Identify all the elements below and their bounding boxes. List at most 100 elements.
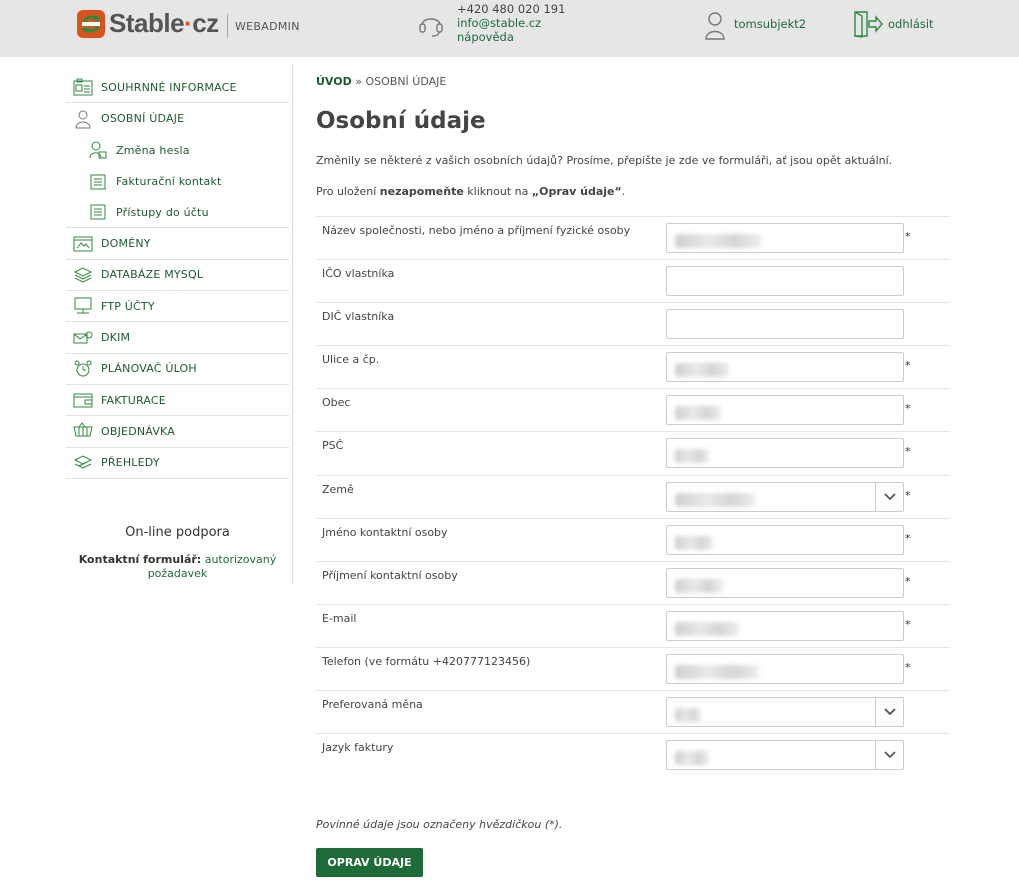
chevron-down-icon <box>875 698 903 727</box>
ftp-icon <box>72 296 94 316</box>
city-input[interactable] <box>666 395 904 426</box>
required-asterisk: * <box>905 230 911 243</box>
document-icon <box>87 202 109 222</box>
chevron-down-icon <box>875 741 903 770</box>
form-row-phone: Telefon (ve formátu +420777123456) * <box>316 646 949 690</box>
logo[interactable]: Stable·cz <box>76 8 219 39</box>
field-label: Preferovaná měna <box>322 698 423 712</box>
sidebar-item-mysql[interactable]: DATABÁZE MYSQL <box>66 260 289 292</box>
username-link[interactable]: tomsubjekt2 <box>734 17 806 31</box>
phone-input[interactable] <box>666 653 904 684</box>
cart-icon <box>72 421 94 441</box>
sidebar-item-billing[interactable]: FAKTURACE <box>66 385 289 417</box>
form-row-currency: Preferovaná měna <box>316 690 949 733</box>
field-label: Země <box>322 482 354 496</box>
summary-icon <box>72 77 94 97</box>
sidebar-item-account-access[interactable]: Přístupy do účtu <box>66 197 289 229</box>
email-link[interactable]: info@stable.cz <box>457 16 565 30</box>
sidebar-item-billing-contact[interactable]: Fakturační kontakt <box>66 166 289 197</box>
chevron-down-icon <box>875 482 903 511</box>
sidebar-item-label: DATABÁZE MYSQL <box>101 268 204 282</box>
redacted-value <box>675 664 759 679</box>
redacted-value <box>675 492 755 507</box>
field-label: Obec <box>322 396 351 410</box>
redacted-value <box>675 535 713 550</box>
ico-input[interactable] <box>666 266 904 297</box>
stats-icon <box>72 453 94 473</box>
required-asterisk: * <box>905 617 911 631</box>
form-row-dic: DIČ vlastníka <box>316 302 949 345</box>
form-row-email: E-mail * <box>316 603 949 647</box>
support-label: Kontaktní formulář: <box>78 553 202 566</box>
zip-input[interactable] <box>666 438 904 469</box>
required-asterisk: * <box>905 445 911 459</box>
invoice-language-select[interactable] <box>666 740 904 771</box>
field-label: IČO vlastníka <box>322 267 395 281</box>
sidebar-item-label: DOMÉNY <box>101 237 151 251</box>
form-row-invoice-language: Jazyk faktury <box>316 733 949 776</box>
support-text: Kontaktní formulář: autorizovaný požadav… <box>66 553 289 581</box>
top-header: Stable·cz WEBADMIN +420 480 020 191 info… <box>0 0 1019 57</box>
contact-last-name-input[interactable] <box>666 567 904 598</box>
logout-link[interactable]: odhlásit <box>888 17 934 31</box>
breadcrumb-separator: » <box>351 75 366 88</box>
form-row-last-name: Příjmení kontaktní osoby * <box>316 560 949 604</box>
field-label: PSČ <box>322 439 344 453</box>
redacted-value <box>675 234 761 248</box>
breadcrumb: ÚVOD » OSOBNÍ ÚDAJE <box>316 75 446 88</box>
sidebar-item-change-password[interactable]: Změna hesla <box>66 135 289 166</box>
field-label: Název společnosti, nebo jméno a příjmení… <box>322 224 631 237</box>
field-label: Jméno kontaktní osoby <box>322 525 448 539</box>
sidebar-item-reports[interactable]: PŘEHLEDY <box>66 448 289 479</box>
document-icon <box>87 172 109 192</box>
currency-select[interactable] <box>666 697 904 728</box>
redacted-value <box>675 708 701 723</box>
required-asterisk: * <box>905 531 911 545</box>
sidebar-item-label: Změna hesla <box>116 143 190 157</box>
form-row-zip: PSČ * <box>316 431 949 474</box>
field-label: DIČ vlastníka <box>322 310 395 324</box>
sidebar-item-personal[interactable]: OSOBNÍ ÚDAJE <box>66 103 289 134</box>
alarm-clock-icon <box>72 359 94 379</box>
form-row-country: Země * <box>316 474 949 518</box>
breadcrumb-current: OSOBNÍ ÚDAJE <box>365 75 447 88</box>
required-asterisk: * <box>905 660 911 674</box>
help-link[interactable]: nápověda <box>457 30 565 44</box>
email-input[interactable] <box>666 610 904 641</box>
sidebar-item-scheduler[interactable]: PLÁNOVAČ ÚLOH <box>66 354 289 385</box>
intro-text: Změnily se některé z vašich osobních úda… <box>316 154 893 167</box>
sidebar-item-dkim[interactable]: DKIM <box>66 322 289 354</box>
sidebar-item-ftp[interactable]: FTP ÚČTY <box>66 291 289 323</box>
submit-button[interactable]: OPRAV ÚDAJE <box>316 848 423 877</box>
dic-input[interactable] <box>666 309 904 340</box>
street-input[interactable] <box>666 352 904 383</box>
sidebar-item-label: FAKTURACE <box>101 393 166 407</box>
sidebar-item-label: OSOBNÍ ÚDAJE <box>101 112 185 126</box>
online-support: On-line podpora Kontaktní formulář: auto… <box>66 525 289 581</box>
country-select[interactable] <box>666 481 904 512</box>
sidebar-item-order[interactable]: OBJEDNÁVKA <box>66 416 289 448</box>
contact-info: +420 480 020 191 info@stable.cz nápověda <box>457 2 565 44</box>
field-label: Příjmení kontaktní osoby <box>322 568 458 582</box>
sidebar-item-label: SOUHRNNÉ INFORMACE <box>101 80 237 94</box>
person-icon <box>72 109 94 129</box>
form-row-company: Název společnosti, nebo jméno a příjmení… <box>316 216 949 259</box>
sidebar-item-summary[interactable]: SOUHRNNÉ INFORMACE <box>66 72 289 104</box>
redacted-value <box>675 363 729 378</box>
required-note: Povinné údaje jsou označeny hvězdičkou (… <box>316 818 563 831</box>
redacted-value <box>675 449 709 464</box>
sidebar-item-domains[interactable]: DOMÉNY <box>66 228 289 260</box>
page-title: Osobní údaje <box>316 108 486 134</box>
contact-first-name-input[interactable] <box>666 524 904 555</box>
required-asterisk: * <box>905 359 911 373</box>
sidebar: SOUHRNNÉ INFORMACE OSOBNÍ ÚDAJE Změna he… <box>66 72 289 479</box>
sidebar-item-label: DKIM <box>101 331 131 345</box>
headset-icon <box>419 18 443 37</box>
sidebar-item-label: PŘEHLEDY <box>101 456 160 470</box>
breadcrumb-home[interactable]: ÚVOD <box>316 75 352 88</box>
save-notice: Pro uložení nezapomeňte kliknout na „Opr… <box>316 185 626 198</box>
redacted-value <box>675 578 723 593</box>
logo-separator <box>227 14 228 38</box>
company-name-input[interactable] <box>666 223 904 253</box>
required-asterisk: * <box>905 488 911 502</box>
